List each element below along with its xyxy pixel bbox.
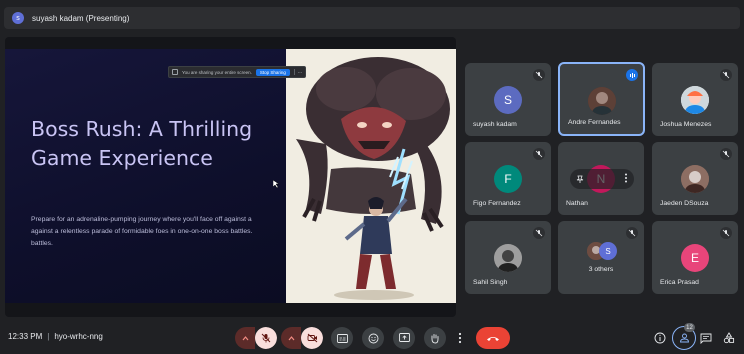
avatar: F <box>494 165 522 193</box>
more-vert-icon <box>458 332 462 344</box>
chevron-up-icon <box>242 335 248 340</box>
participant-name: Sahil Singh <box>473 279 508 286</box>
participant-tile-suyash[interactable]: S suyash kadam <box>465 63 551 136</box>
participant-name: Erica Prasad <box>660 279 699 286</box>
presenter-title: suyash kadam (Presenting) <box>32 13 130 23</box>
avatar-photo <box>587 87 616 115</box>
slide-illustration <box>286 49 456 303</box>
info-icon <box>654 332 666 344</box>
control-bar: 12:33 PM | hyo-wrhc-nng 12 <box>0 322 744 354</box>
participant-name: Jaeden DSouza <box>660 200 709 207</box>
meeting-info: 12:33 PM | hyo-wrhc-nng <box>8 332 103 341</box>
presenter-bar: s suyash kadam (Presenting) <box>4 7 740 29</box>
meeting-time: 12:33 PM <box>8 332 43 341</box>
tile-hover-controls <box>570 169 634 189</box>
screen-share-icon <box>172 69 178 75</box>
shapes-icon <box>723 332 735 344</box>
camera-off-icon <box>307 333 317 343</box>
slide-title: Boss Rush: A Thrilling Game Experience <box>31 117 253 170</box>
leave-call-button[interactable] <box>476 327 510 349</box>
pin-icon[interactable] <box>576 170 584 188</box>
boss-illustration <box>286 49 456 303</box>
mic-off-icon <box>533 148 545 160</box>
reactions-button[interactable] <box>362 327 384 349</box>
mic-off-icon <box>720 227 732 239</box>
participant-tile-andre[interactable]: Andre Fernandes <box>558 62 645 136</box>
participant-name: Figo Fernandez <box>473 200 521 207</box>
meeting-separator: | <box>47 332 50 341</box>
mic-off-icon <box>533 227 545 239</box>
slide-body: Prepare for an adrenaline-pumping journe… <box>31 216 253 247</box>
camera-options-button[interactable] <box>281 327 301 349</box>
chat-button[interactable] <box>698 330 714 346</box>
participant-tile-sahil[interactable]: Sahil Singh <box>465 221 551 294</box>
presentation-slide: Boss Rush: A Thrilling Game Experience P… <box>5 49 456 303</box>
avatar-photo <box>681 165 709 193</box>
avatar-photo <box>681 86 709 114</box>
mic-off-icon <box>720 148 732 160</box>
presenter-avatar: s <box>12 12 24 24</box>
participant-name: Joshua Menezes <box>660 121 712 128</box>
camera-control-group <box>281 327 323 349</box>
people-icon <box>679 333 689 343</box>
chat-icon <box>700 333 712 344</box>
mic-off-icon <box>261 333 271 343</box>
present-now-button[interactable] <box>393 327 415 349</box>
present-icon <box>398 333 410 342</box>
participant-name: suyash kadam <box>473 121 517 128</box>
shared-screen[interactable]: Boss Rush: A Thrilling Game Experience P… <box>5 37 456 317</box>
stop-sharing-button[interactable]: Stop Sharing <box>255 68 290 76</box>
participant-tile-nathan[interactable]: N Nathan <box>558 142 644 215</box>
activities-button[interactable] <box>721 330 737 346</box>
avatar: E <box>681 244 709 272</box>
participant-tile-others[interactable]: S 3 others <box>558 221 644 294</box>
mic-toggle-button[interactable] <box>255 327 277 349</box>
participant-tile-joshua[interactable]: Joshua Menezes <box>652 63 738 136</box>
mic-off-icon <box>720 69 732 81</box>
others-label: 3 others <box>588 266 614 273</box>
sharing-notice-text: You are sharing your entire screen. <box>182 69 252 75</box>
camera-toggle-button[interactable] <box>301 327 323 349</box>
sharing-more-button[interactable]: ... <box>293 69 302 75</box>
hand-icon <box>431 333 439 343</box>
mic-off-icon <box>533 69 545 81</box>
avatar: S <box>494 86 522 114</box>
others-avatar-stack: S <box>587 241 617 261</box>
meeting-code: hyo-wrhc-nng <box>54 332 103 341</box>
participant-tile-erica[interactable]: E Erica Prasad <box>652 221 738 294</box>
sharing-notice: You are sharing your entire screen. Stop… <box>168 66 307 78</box>
avatar: S <box>599 242 617 260</box>
slide-text-panel: Boss Rush: A Thrilling Game Experience P… <box>5 49 286 303</box>
meeting-details-button[interactable] <box>652 330 668 346</box>
more-options-button[interactable] <box>452 327 468 349</box>
captions-button[interactable] <box>331 327 353 349</box>
participant-tile-figo[interactable]: F Figo Fernandez <box>465 142 551 215</box>
people-count-badge: 12 <box>684 323 695 332</box>
mic-options-button[interactable] <box>235 327 255 349</box>
participant-tile-jaeden[interactable]: Jaeden DSouza <box>652 142 738 215</box>
more-vert-icon[interactable] <box>624 170 628 188</box>
avatar-photo <box>494 244 522 272</box>
call-end-icon <box>487 336 499 341</box>
chevron-up-icon <box>288 335 294 340</box>
mic-off-icon <box>626 227 638 239</box>
mic-control-group <box>235 327 277 349</box>
emoji-icon <box>368 333 378 343</box>
raise-hand-button[interactable] <box>424 327 446 349</box>
speaking-indicator-icon <box>626 69 638 81</box>
mouse-cursor-icon <box>273 180 279 188</box>
captions-icon <box>336 333 348 343</box>
meet-window: s suyash kadam (Presenting) Boss Rush: A… <box>0 0 744 354</box>
participant-name: Nathan <box>566 200 588 207</box>
participant-name: Andre Fernandes <box>568 119 621 126</box>
